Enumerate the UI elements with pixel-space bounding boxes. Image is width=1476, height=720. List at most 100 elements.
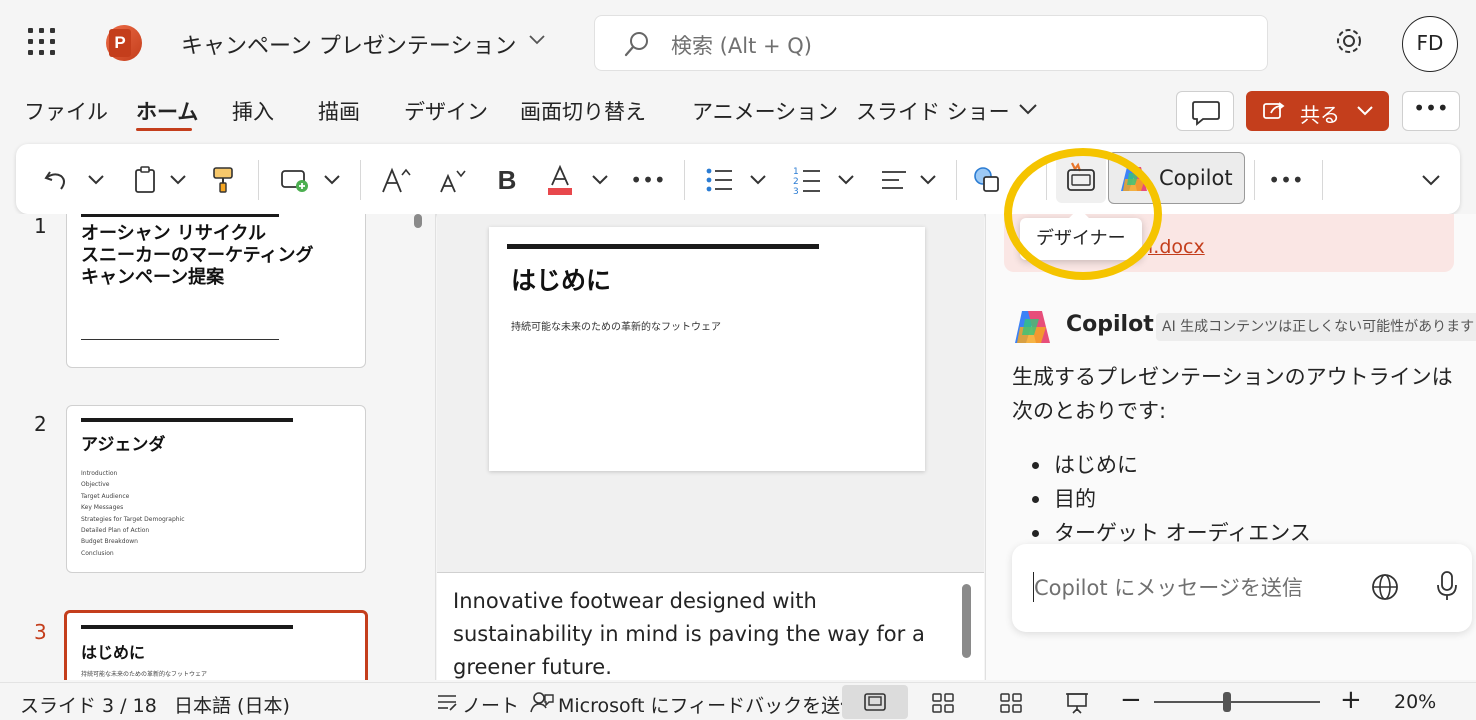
search-box[interactable]: 検索 (Alt + Q) bbox=[594, 15, 1268, 71]
notes-icon bbox=[436, 692, 458, 712]
toolbar-divider bbox=[258, 160, 259, 200]
more-ribbon-options-button[interactable]: ••• bbox=[1266, 158, 1306, 202]
thumbnail-scrollbar[interactable] bbox=[414, 214, 422, 228]
list-item: はじめに bbox=[1030, 448, 1311, 482]
chevron-down-icon[interactable] bbox=[834, 158, 858, 202]
notes-text[interactable]: Innovative footwear designed with sustai… bbox=[453, 585, 943, 684]
tab-home[interactable]: ホーム bbox=[136, 96, 198, 126]
comments-button[interactable] bbox=[1176, 91, 1234, 131]
document-title[interactable]: キャンペーン プレゼンテーション bbox=[181, 28, 516, 60]
reading-view-button[interactable] bbox=[978, 685, 1044, 719]
svg-text:1: 1 bbox=[793, 167, 799, 177]
gear-icon[interactable] bbox=[1334, 26, 1364, 56]
slide-thumbnail-3[interactable]: はじめに 持続可能な未来のための革新的なフットウェア bbox=[64, 610, 368, 680]
tab-transitions[interactable]: 画面切り替え bbox=[520, 96, 646, 126]
slide-thumbnail-2[interactable]: アジェンダ Introduction Objective Target Audi… bbox=[66, 405, 366, 573]
slide-sorter-view-button[interactable] bbox=[910, 685, 976, 719]
powerpoint-logo-icon: P bbox=[106, 25, 142, 61]
attached-file-name[interactable]: l.docx bbox=[1148, 236, 1205, 258]
normal-view-button[interactable] bbox=[842, 685, 908, 719]
slide-2-title: アジェンダ bbox=[81, 435, 166, 455]
bullets-icon[interactable] bbox=[700, 158, 738, 202]
copilot-logo-icon bbox=[1012, 308, 1052, 346]
chevron-down-icon[interactable] bbox=[528, 34, 546, 46]
language-indicator[interactable]: 日本語 (日本) bbox=[174, 691, 290, 718]
toolbar-divider bbox=[684, 160, 685, 200]
slide-divider-line bbox=[81, 339, 279, 340]
undo-icon[interactable] bbox=[38, 158, 74, 202]
toolbar-divider bbox=[1254, 160, 1255, 200]
shapes-icon[interactable] bbox=[970, 158, 1004, 202]
copilot-message-input[interactable]: Copilot にメッセージを送信 bbox=[1012, 544, 1472, 632]
zoom-slider[interactable] bbox=[1154, 701, 1320, 703]
more-font-options-button[interactable]: ••• bbox=[628, 158, 668, 202]
more-options-button[interactable]: ••• bbox=[1402, 91, 1460, 131]
slide-subtitle[interactable]: 持続可能な未来のための革新的なフットウェア bbox=[511, 318, 721, 333]
copilot-header: Copilot bbox=[1066, 312, 1154, 337]
agenda-item: Conclusion bbox=[81, 549, 114, 557]
agenda-item: Detailed Plan of Action bbox=[81, 527, 150, 535]
zoom-level[interactable]: 20% bbox=[1394, 691, 1436, 713]
slide-number: 1 bbox=[34, 214, 47, 238]
new-slide-icon[interactable] bbox=[274, 158, 314, 202]
tab-slideshow[interactable]: スライド ショー bbox=[856, 96, 1010, 126]
avatar[interactable]: FD bbox=[1402, 16, 1458, 72]
speaker-notes[interactable]: Innovative footwear designed with sustai… bbox=[437, 572, 984, 680]
slide-1-title: オーシャン リサイクル スニーカーのマーケティング キャンペーン提案 bbox=[81, 223, 314, 288]
expand-ribbon-chevron-icon[interactable] bbox=[1418, 158, 1444, 202]
zoom-slider-thumb[interactable] bbox=[1223, 692, 1231, 712]
chevron-down-icon[interactable] bbox=[166, 158, 190, 202]
tab-draw[interactable]: 描画 bbox=[318, 96, 360, 126]
format-painter-icon[interactable] bbox=[206, 158, 240, 202]
agenda-item: Strategies for Target Demographic bbox=[81, 515, 185, 523]
increase-font-size-icon[interactable] bbox=[376, 158, 416, 202]
align-text-icon[interactable] bbox=[876, 158, 912, 202]
chevron-down-icon[interactable] bbox=[916, 158, 940, 202]
agenda-item: Key Messages bbox=[81, 504, 124, 512]
slide-thumbnails-panel: 1 オーシャン リサイクル スニーカーのマーケティング キャンペーン提案 2 ア… bbox=[0, 214, 436, 680]
slide-thumbnail-1[interactable]: オーシャン リサイクル スニーカーのマーケティング キャンペーン提案 bbox=[66, 214, 366, 368]
feedback-button[interactable]: Microsoft にフィードバックを送信 bbox=[558, 691, 859, 718]
tab-animations[interactable]: アニメーション bbox=[692, 96, 838, 126]
tab-insert[interactable]: 挿入 bbox=[232, 96, 274, 126]
font-color-icon[interactable] bbox=[542, 158, 578, 202]
feedback-icon bbox=[530, 691, 554, 713]
status-bar: スライド 3 / 18 日本語 (日本) ノート Microsoft にフィード… bbox=[0, 682, 1476, 720]
numbering-icon[interactable]: 123 bbox=[788, 158, 826, 202]
chevron-down-icon[interactable] bbox=[588, 158, 612, 202]
clipboard-icon[interactable] bbox=[128, 158, 162, 202]
toolbar-divider bbox=[1322, 160, 1323, 200]
active-tab-indicator bbox=[136, 128, 192, 131]
zoom-in-button[interactable]: + bbox=[1340, 685, 1362, 715]
more-tabs-chevron-icon[interactable] bbox=[1018, 102, 1038, 116]
slide-counter: スライド 3 / 18 bbox=[20, 695, 157, 717]
decrease-font-size-icon[interactable] bbox=[432, 158, 472, 202]
chevron-down-icon[interactable] bbox=[746, 158, 770, 202]
agenda-item: Objective bbox=[81, 481, 110, 489]
zoom-out-button[interactable]: − bbox=[1120, 685, 1142, 715]
tab-file[interactable]: ファイル bbox=[24, 96, 108, 126]
microphone-icon[interactable] bbox=[1436, 570, 1458, 602]
chevron-down-icon[interactable] bbox=[320, 158, 344, 202]
slideshow-view-button[interactable] bbox=[1044, 685, 1110, 719]
current-slide[interactable]: はじめに 持続可能な未来のための革新的なフットウェア bbox=[489, 227, 925, 471]
slide-title-bar bbox=[81, 625, 293, 629]
notes-scrollbar[interactable] bbox=[962, 584, 971, 658]
bold-button[interactable]: B bbox=[490, 158, 524, 202]
chevron-down-icon[interactable] bbox=[84, 158, 108, 202]
slide-3-subtitle: 持続可能な未来のための革新的なフットウェア bbox=[81, 671, 208, 678]
app-launcher-icon[interactable] bbox=[28, 28, 56, 56]
chevron-down-icon bbox=[1357, 106, 1373, 116]
search-input[interactable]: 検索 (Alt + Q) bbox=[671, 30, 812, 60]
slide-title[interactable]: はじめに bbox=[511, 261, 611, 297]
slide-number: 2 bbox=[34, 412, 47, 436]
ai-disclaimer-badge: AI 生成コンテンツは正しくない可能性があります bbox=[1156, 313, 1476, 341]
agenda-item: Budget Breakdown bbox=[81, 538, 138, 546]
outline-list: はじめに 目的 ターゲット オーディエンス bbox=[1030, 448, 1311, 550]
copilot-input-placeholder[interactable]: Copilot にメッセージを送信 bbox=[1034, 572, 1303, 602]
tab-design[interactable]: デザイン bbox=[404, 96, 488, 126]
notes-button[interactable]: ノート bbox=[462, 691, 519, 718]
slide-title-bar bbox=[81, 214, 279, 217]
share-button[interactable]: 共る bbox=[1246, 91, 1389, 131]
globe-icon[interactable] bbox=[1370, 572, 1400, 602]
